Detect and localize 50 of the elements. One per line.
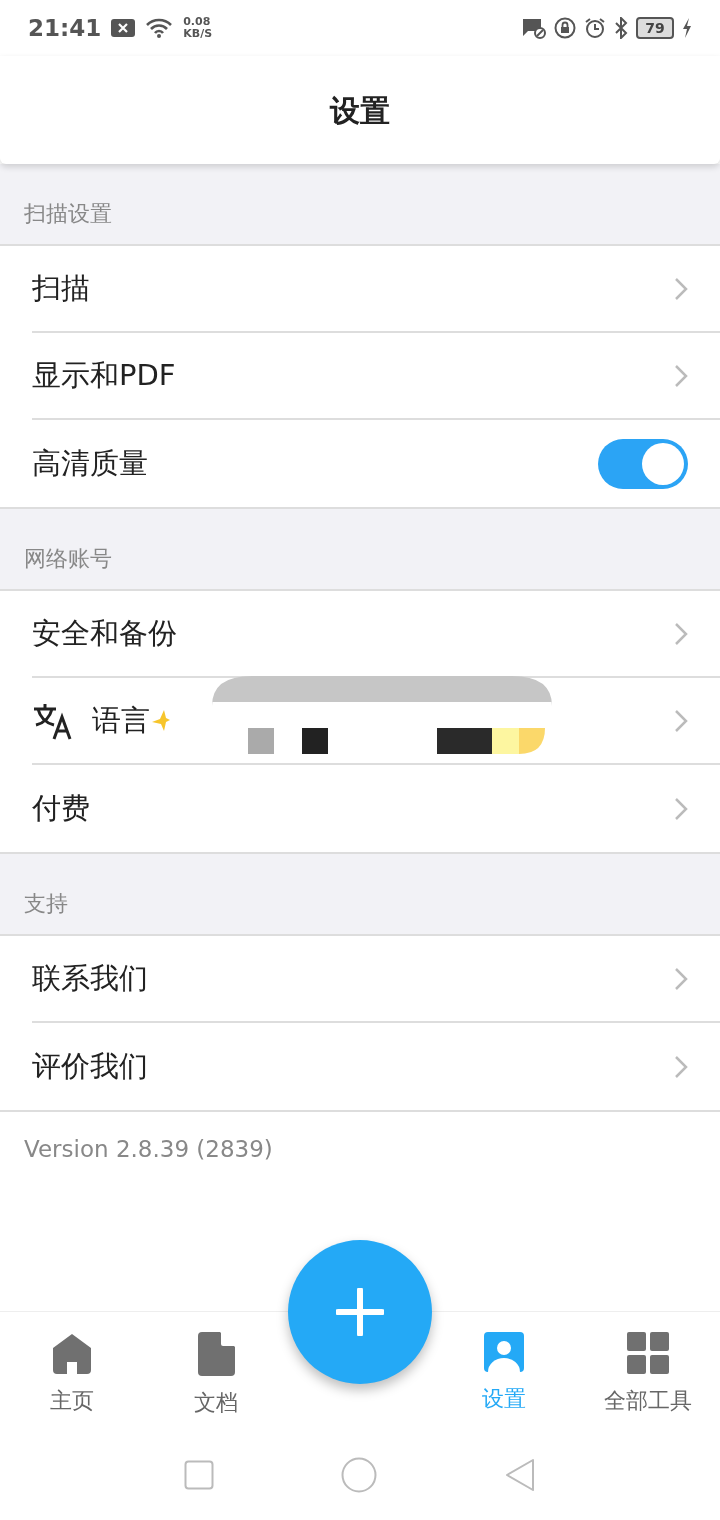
home-icon [51, 1332, 93, 1374]
chevron-icon [674, 276, 688, 301]
chevron-icon [674, 1054, 688, 1079]
row-label: 付费 [32, 789, 90, 827]
row-label: 安全和备份 [32, 614, 177, 652]
back-button[interactable] [504, 1458, 537, 1492]
row-label: 扫描 [32, 269, 90, 307]
nav-tab[interactable]: 全部工具 [576, 1312, 720, 1431]
lock-rotation-icon [554, 17, 576, 39]
home-button[interactable] [341, 1457, 377, 1493]
section-title: 扫描设置 [24, 199, 112, 228]
nav-tab[interactable]: 主页 [0, 1312, 144, 1431]
chevron-icon [674, 363, 688, 388]
settings-row[interactable]: 语言 [32, 678, 720, 765]
settings-row[interactable]: 扫描 [32, 246, 720, 333]
network-speed: 0.08 [183, 16, 212, 28]
section-title: 网络账号 [24, 544, 112, 573]
row-label: 语言 [92, 701, 150, 739]
grid-icon [627, 1332, 669, 1374]
notification-icon [111, 19, 136, 37]
alarm-icon [584, 17, 606, 39]
row-label: 联系我们 [32, 959, 148, 997]
chevron-icon [674, 621, 688, 646]
wifi-icon [145, 17, 174, 39]
settings-row[interactable]: 评价我们 [32, 1023, 720, 1110]
toggle-switch[interactable] [598, 438, 688, 489]
settings-row[interactable]: 联系我们 [32, 936, 720, 1023]
nav-tab[interactable]: 文档 [144, 1312, 288, 1431]
row-label: 显示和PDF [32, 356, 176, 394]
plus-icon [336, 1288, 384, 1336]
chevron-icon [674, 708, 688, 733]
section-title: 支持 [24, 889, 68, 918]
battery-icon: 79 [636, 17, 674, 39]
chevron-icon [674, 966, 688, 991]
add-button[interactable] [288, 1240, 432, 1384]
chevron-icon [674, 796, 688, 821]
bluetooth-icon [614, 17, 628, 39]
version-text: Version 2.8.39 (2839) [23, 1135, 274, 1164]
row-label: 评价我们 [32, 1047, 148, 1085]
status-time: 21:41 [28, 13, 102, 43]
document-icon [197, 1332, 235, 1376]
page-title: 设置 [330, 91, 390, 130]
charging-icon [682, 18, 692, 38]
settings-row[interactable]: 显示和PDF [32, 333, 720, 420]
profile-icon [484, 1332, 524, 1372]
recent-apps-button[interactable] [183, 1460, 214, 1490]
row-label: 高清质量 [32, 444, 148, 482]
network-speed-unit: KB/S [183, 28, 213, 40]
settings-row[interactable]: 付费 [32, 765, 720, 852]
message-blocked-icon [522, 17, 546, 39]
